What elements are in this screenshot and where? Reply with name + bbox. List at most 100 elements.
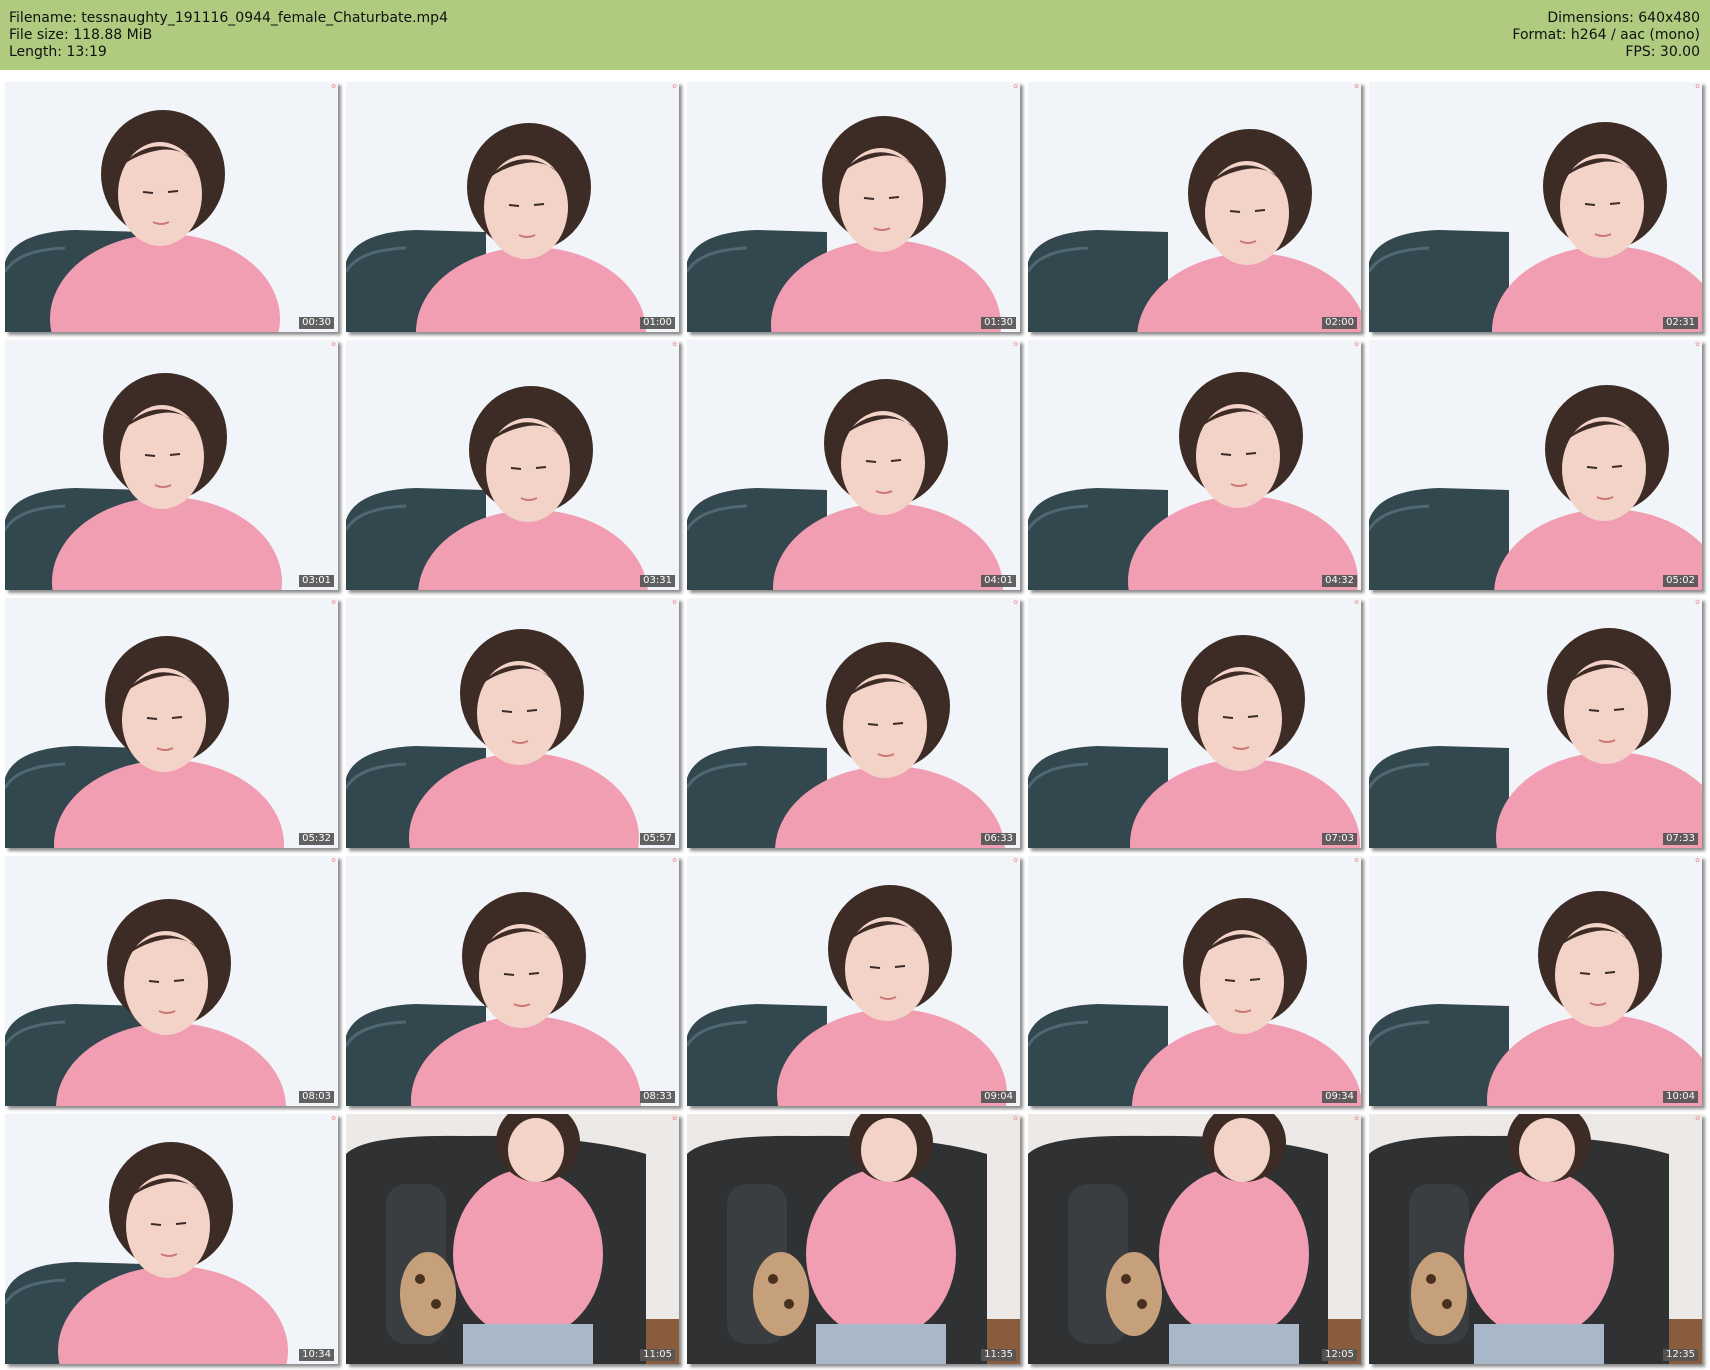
- thumbnail-image: [346, 82, 679, 332]
- thumbnail-frame: ✿ 04:32: [1028, 340, 1361, 590]
- thumbnail-timestamp: 12:35: [1663, 1349, 1698, 1361]
- thumbnail-timestamp: 03:01: [299, 575, 334, 587]
- thumbnail-frame: ✿ 00:30: [5, 82, 338, 332]
- thumbnail-timestamp: 04:32: [1322, 575, 1357, 587]
- watermark-logo: ✿: [1694, 83, 1700, 90]
- watermark-logo: ✿: [1694, 857, 1700, 864]
- thumbnail-timestamp: 05:02: [1663, 575, 1698, 587]
- thumbnail-timestamp: 01:00: [640, 317, 675, 329]
- watermark-logo: ✿: [1012, 599, 1018, 606]
- thumbnail-frame: ✿ 10:34: [5, 1114, 338, 1364]
- thumbnail-frame: ✿ 04:01: [687, 340, 1020, 590]
- watermark-logo: ✿: [671, 341, 677, 348]
- watermark-logo: ✿: [1694, 341, 1700, 348]
- thumbnail-frame: ✿ 03:01: [5, 340, 338, 590]
- thumbnail-frame: ✿ 05:32: [5, 598, 338, 848]
- thumbnail-timestamp: 08:33: [640, 1091, 675, 1103]
- thumbnail-frame: ✿ 08:33: [346, 856, 679, 1106]
- watermark-logo: ✿: [1012, 83, 1018, 90]
- thumbnail-timestamp: 02:00: [1322, 317, 1357, 329]
- thumbnail-frame: ✿ 05:02: [1369, 340, 1702, 590]
- thumbnail-image: [687, 340, 1020, 590]
- thumbnail-image: [5, 856, 338, 1106]
- watermark-logo: ✿: [1353, 857, 1359, 864]
- thumbnail-frame: ✿ 07:03: [1028, 598, 1361, 848]
- watermark-logo: ✿: [330, 83, 336, 90]
- thumbnail-timestamp: 07:03: [1322, 833, 1357, 845]
- thumbnail-image: [1369, 82, 1702, 332]
- watermark-logo: ✿: [330, 599, 336, 606]
- thumbnail-timestamp: 04:01: [981, 575, 1016, 587]
- thumbnail-image: [1369, 856, 1702, 1106]
- thumbnail-frame: ✿ 07:33: [1369, 598, 1702, 848]
- watermark-logo: ✿: [671, 857, 677, 864]
- thumbnail-frame: ✿ 12:35: [1369, 1114, 1702, 1364]
- watermark-logo: ✿: [1694, 1115, 1700, 1122]
- thumbnail-image: [346, 856, 679, 1106]
- thumbnail-timestamp: 07:33: [1663, 833, 1698, 845]
- watermark-logo: ✿: [1353, 83, 1359, 90]
- thumbnail-timestamp: 06:33: [981, 833, 1016, 845]
- thumbnail-frame: ✿ 01:30: [687, 82, 1020, 332]
- thumbnail-image: [5, 598, 338, 848]
- thumbnail-image: [5, 340, 338, 590]
- thumbnail-grid: ✿ 00:30 ✿ 01:00 ✿ 01:30 ✿ 02:00 ✿ 02:31 ✿ 03:01 ✿ 03:…: [0, 0, 1710, 1370]
- thumbnail-frame: ✿ 12:05: [1028, 1114, 1361, 1364]
- watermark-logo: ✿: [1353, 599, 1359, 606]
- thumbnail-timestamp: 11:05: [640, 1349, 675, 1361]
- thumbnail-image: [346, 1114, 679, 1364]
- thumbnail-timestamp: 05:32: [299, 833, 334, 845]
- thumbnail-timestamp: 10:34: [299, 1349, 334, 1361]
- thumbnail-image: [687, 1114, 1020, 1364]
- thumbnail-timestamp: 01:30: [981, 317, 1016, 329]
- watermark-logo: ✿: [1353, 1115, 1359, 1122]
- thumbnail-frame: ✿ 01:00: [346, 82, 679, 332]
- thumbnail-frame: ✿ 09:34: [1028, 856, 1361, 1106]
- thumbnail-image: [687, 82, 1020, 332]
- watermark-logo: ✿: [671, 599, 677, 606]
- thumbnail-timestamp: 09:04: [981, 1091, 1016, 1103]
- thumbnail-timestamp: 12:05: [1322, 1349, 1357, 1361]
- thumbnail-timestamp: 05:57: [640, 833, 675, 845]
- watermark-logo: ✿: [1012, 341, 1018, 348]
- thumbnail-image: [1028, 856, 1361, 1106]
- thumbnail-image: [1028, 340, 1361, 590]
- thumbnail-image: [5, 82, 338, 332]
- thumbnail-image: [1028, 1114, 1361, 1364]
- thumbnail-frame: ✿ 10:04: [1369, 856, 1702, 1106]
- thumbnail-frame: ✿ 02:31: [1369, 82, 1702, 332]
- thumbnail-timestamp: 00:30: [299, 317, 334, 329]
- thumbnail-image: [1028, 82, 1361, 332]
- thumbnail-image: [1369, 340, 1702, 590]
- thumbnail-frame: ✿ 06:33: [687, 598, 1020, 848]
- watermark-logo: ✿: [1353, 341, 1359, 348]
- thumbnail-timestamp: 03:31: [640, 575, 675, 587]
- thumbnail-timestamp: 10:04: [1663, 1091, 1698, 1103]
- thumbnail-frame: ✿ 09:04: [687, 856, 1020, 1106]
- thumbnail-frame: ✿ 03:31: [346, 340, 679, 590]
- thumbnail-image: [346, 340, 679, 590]
- thumbnail-frame: ✿ 08:03: [5, 856, 338, 1106]
- thumbnail-timestamp: 11:35: [981, 1349, 1016, 1361]
- thumbnail-image: [1369, 1114, 1702, 1364]
- watermark-logo: ✿: [1012, 1115, 1018, 1122]
- thumbnail-frame: ✿ 02:00: [1028, 82, 1361, 332]
- watermark-logo: ✿: [1012, 857, 1018, 864]
- thumbnail-timestamp: 08:03: [299, 1091, 334, 1103]
- thumbnail-image: [346, 598, 679, 848]
- watermark-logo: ✿: [671, 83, 677, 90]
- watermark-logo: ✿: [671, 1115, 677, 1122]
- thumbnail-image: [1369, 598, 1702, 848]
- watermark-logo: ✿: [1694, 599, 1700, 606]
- thumbnail-image: [687, 856, 1020, 1106]
- thumbnail-image: [687, 598, 1020, 848]
- thumbnail-frame: ✿ 11:35: [687, 1114, 1020, 1364]
- thumbnail-image: [1028, 598, 1361, 848]
- thumbnail-timestamp: 02:31: [1663, 317, 1698, 329]
- thumbnail-timestamp: 09:34: [1322, 1091, 1357, 1103]
- watermark-logo: ✿: [330, 857, 336, 864]
- thumbnail-frame: ✿ 05:57: [346, 598, 679, 848]
- thumbnail-frame: ✿ 11:05: [346, 1114, 679, 1364]
- thumbnail-image: [5, 1114, 338, 1364]
- watermark-logo: ✿: [330, 1115, 336, 1122]
